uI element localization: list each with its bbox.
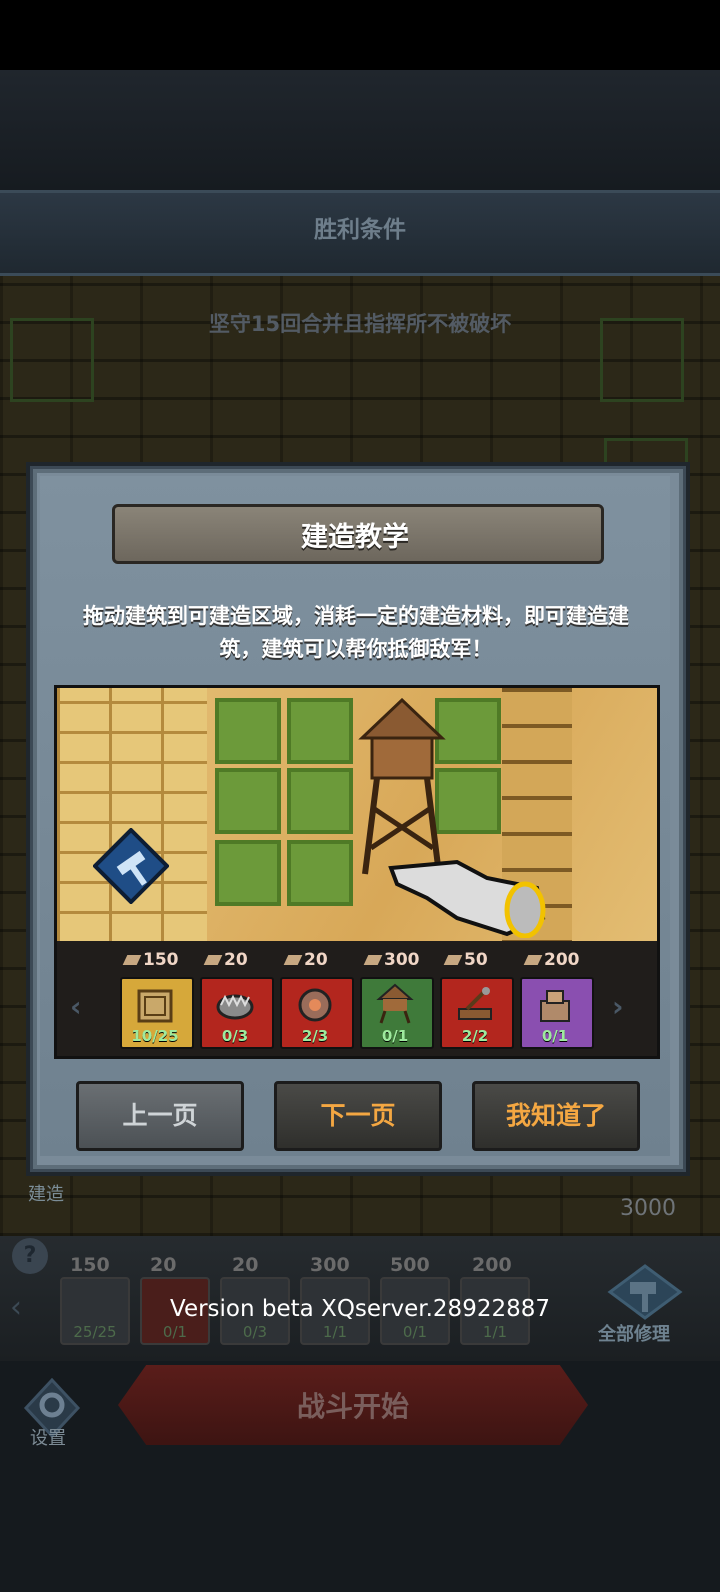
- shelf-count: 0/1: [402, 1323, 428, 1341]
- build-hammer-icon: [93, 828, 169, 904]
- shelf-cost: 20: [232, 1254, 259, 1276]
- buildable-tile: [215, 698, 281, 764]
- material-count: 3000: [620, 1196, 676, 1221]
- card-cost-value: 20: [224, 950, 248, 970]
- stone-wall: [57, 688, 207, 944]
- shelf-count: 0/1: [162, 1323, 188, 1341]
- got-it-button[interactable]: 我知道了: [472, 1081, 640, 1151]
- repair-all-button[interactable]: 全部修理: [598, 1320, 670, 1346]
- material-icon: [283, 955, 303, 965]
- buildable-tile: [215, 840, 281, 906]
- spike-trap-icon: [298, 988, 332, 1022]
- shelf-cost: 500: [390, 1254, 430, 1276]
- card-cost-value: 150: [143, 950, 179, 970]
- shelf-count: 25/25: [73, 1323, 117, 1341]
- card-cost: 200: [523, 950, 580, 970]
- dialog-title: 建造教学: [301, 522, 409, 553]
- shelf-count: 1/1: [322, 1323, 348, 1341]
- settings-label: 设置: [30, 1428, 66, 1449]
- card-cost: 300: [363, 950, 420, 970]
- pointing-hand-icon: [388, 859, 546, 938]
- victory-title: 胜利条件: [314, 217, 406, 243]
- top-band: [0, 70, 720, 190]
- card-cost: 50: [443, 950, 488, 970]
- buildable-tile: [287, 698, 353, 764]
- next-page-button[interactable]: 下一页: [274, 1081, 442, 1151]
- catapult-icon: [458, 987, 492, 1020]
- card-cost-value: 300: [384, 950, 420, 970]
- material-icon: [363, 955, 383, 965]
- buildable-tile: [287, 768, 353, 834]
- card-cost-value: 20: [304, 950, 328, 970]
- prev-page-button[interactable]: 上一页: [76, 1081, 244, 1151]
- shelf-cost: 200: [472, 1254, 512, 1276]
- buildable-tile: [287, 840, 353, 906]
- shelf-cost: 20: [150, 1254, 177, 1276]
- version-text: Version beta XQserver.28922887: [170, 1296, 550, 1322]
- card-count: 10/25: [131, 1027, 179, 1045]
- card-cost-value: 200: [544, 950, 580, 970]
- card-cost-value: 50: [464, 950, 488, 970]
- bear-trap-icon: [216, 994, 254, 1020]
- shelf-count: 0/3: [242, 1323, 268, 1341]
- card-cost: 20: [203, 950, 248, 970]
- shelf-cost: 150: [70, 1254, 110, 1276]
- ballista-icon: [540, 990, 570, 1022]
- help-icon[interactable]: ?: [12, 1238, 48, 1274]
- tutorial-illustration: [54, 685, 660, 947]
- card-count: 2/2: [461, 1027, 489, 1045]
- card-cost: 150: [122, 950, 179, 970]
- status-bar: [0, 0, 720, 70]
- buildable-tile: [215, 768, 281, 834]
- card-count: 0/1: [541, 1027, 569, 1045]
- card-count: 2/3: [301, 1027, 329, 1045]
- material-icon: [203, 955, 223, 965]
- watchtower-card-icon: [376, 983, 414, 1024]
- material-icon: [122, 955, 142, 965]
- card-cost: 20: [283, 950, 328, 970]
- material-icon: [443, 955, 463, 965]
- shelf-cost: 300: [310, 1254, 350, 1276]
- build-label: 建造: [28, 1184, 64, 1205]
- dialog-description: 拖动建筑到可建造区域，消耗一定的建造材料，即可建造建筑，建筑可以帮你抵御敌军！: [83, 604, 629, 661]
- tray-left-arrow-icon[interactable]: ‹: [70, 990, 82, 1023]
- material-icon: [523, 955, 543, 965]
- battle-start-label: 战斗开始: [296, 1390, 409, 1423]
- card-count: 0/1: [381, 1027, 409, 1045]
- shelf-count: 1/1: [482, 1323, 508, 1341]
- tray-right-arrow-icon[interactable]: ›: [612, 990, 624, 1023]
- card-count: 0/3: [221, 1027, 249, 1045]
- wall-icon: [137, 989, 173, 1023]
